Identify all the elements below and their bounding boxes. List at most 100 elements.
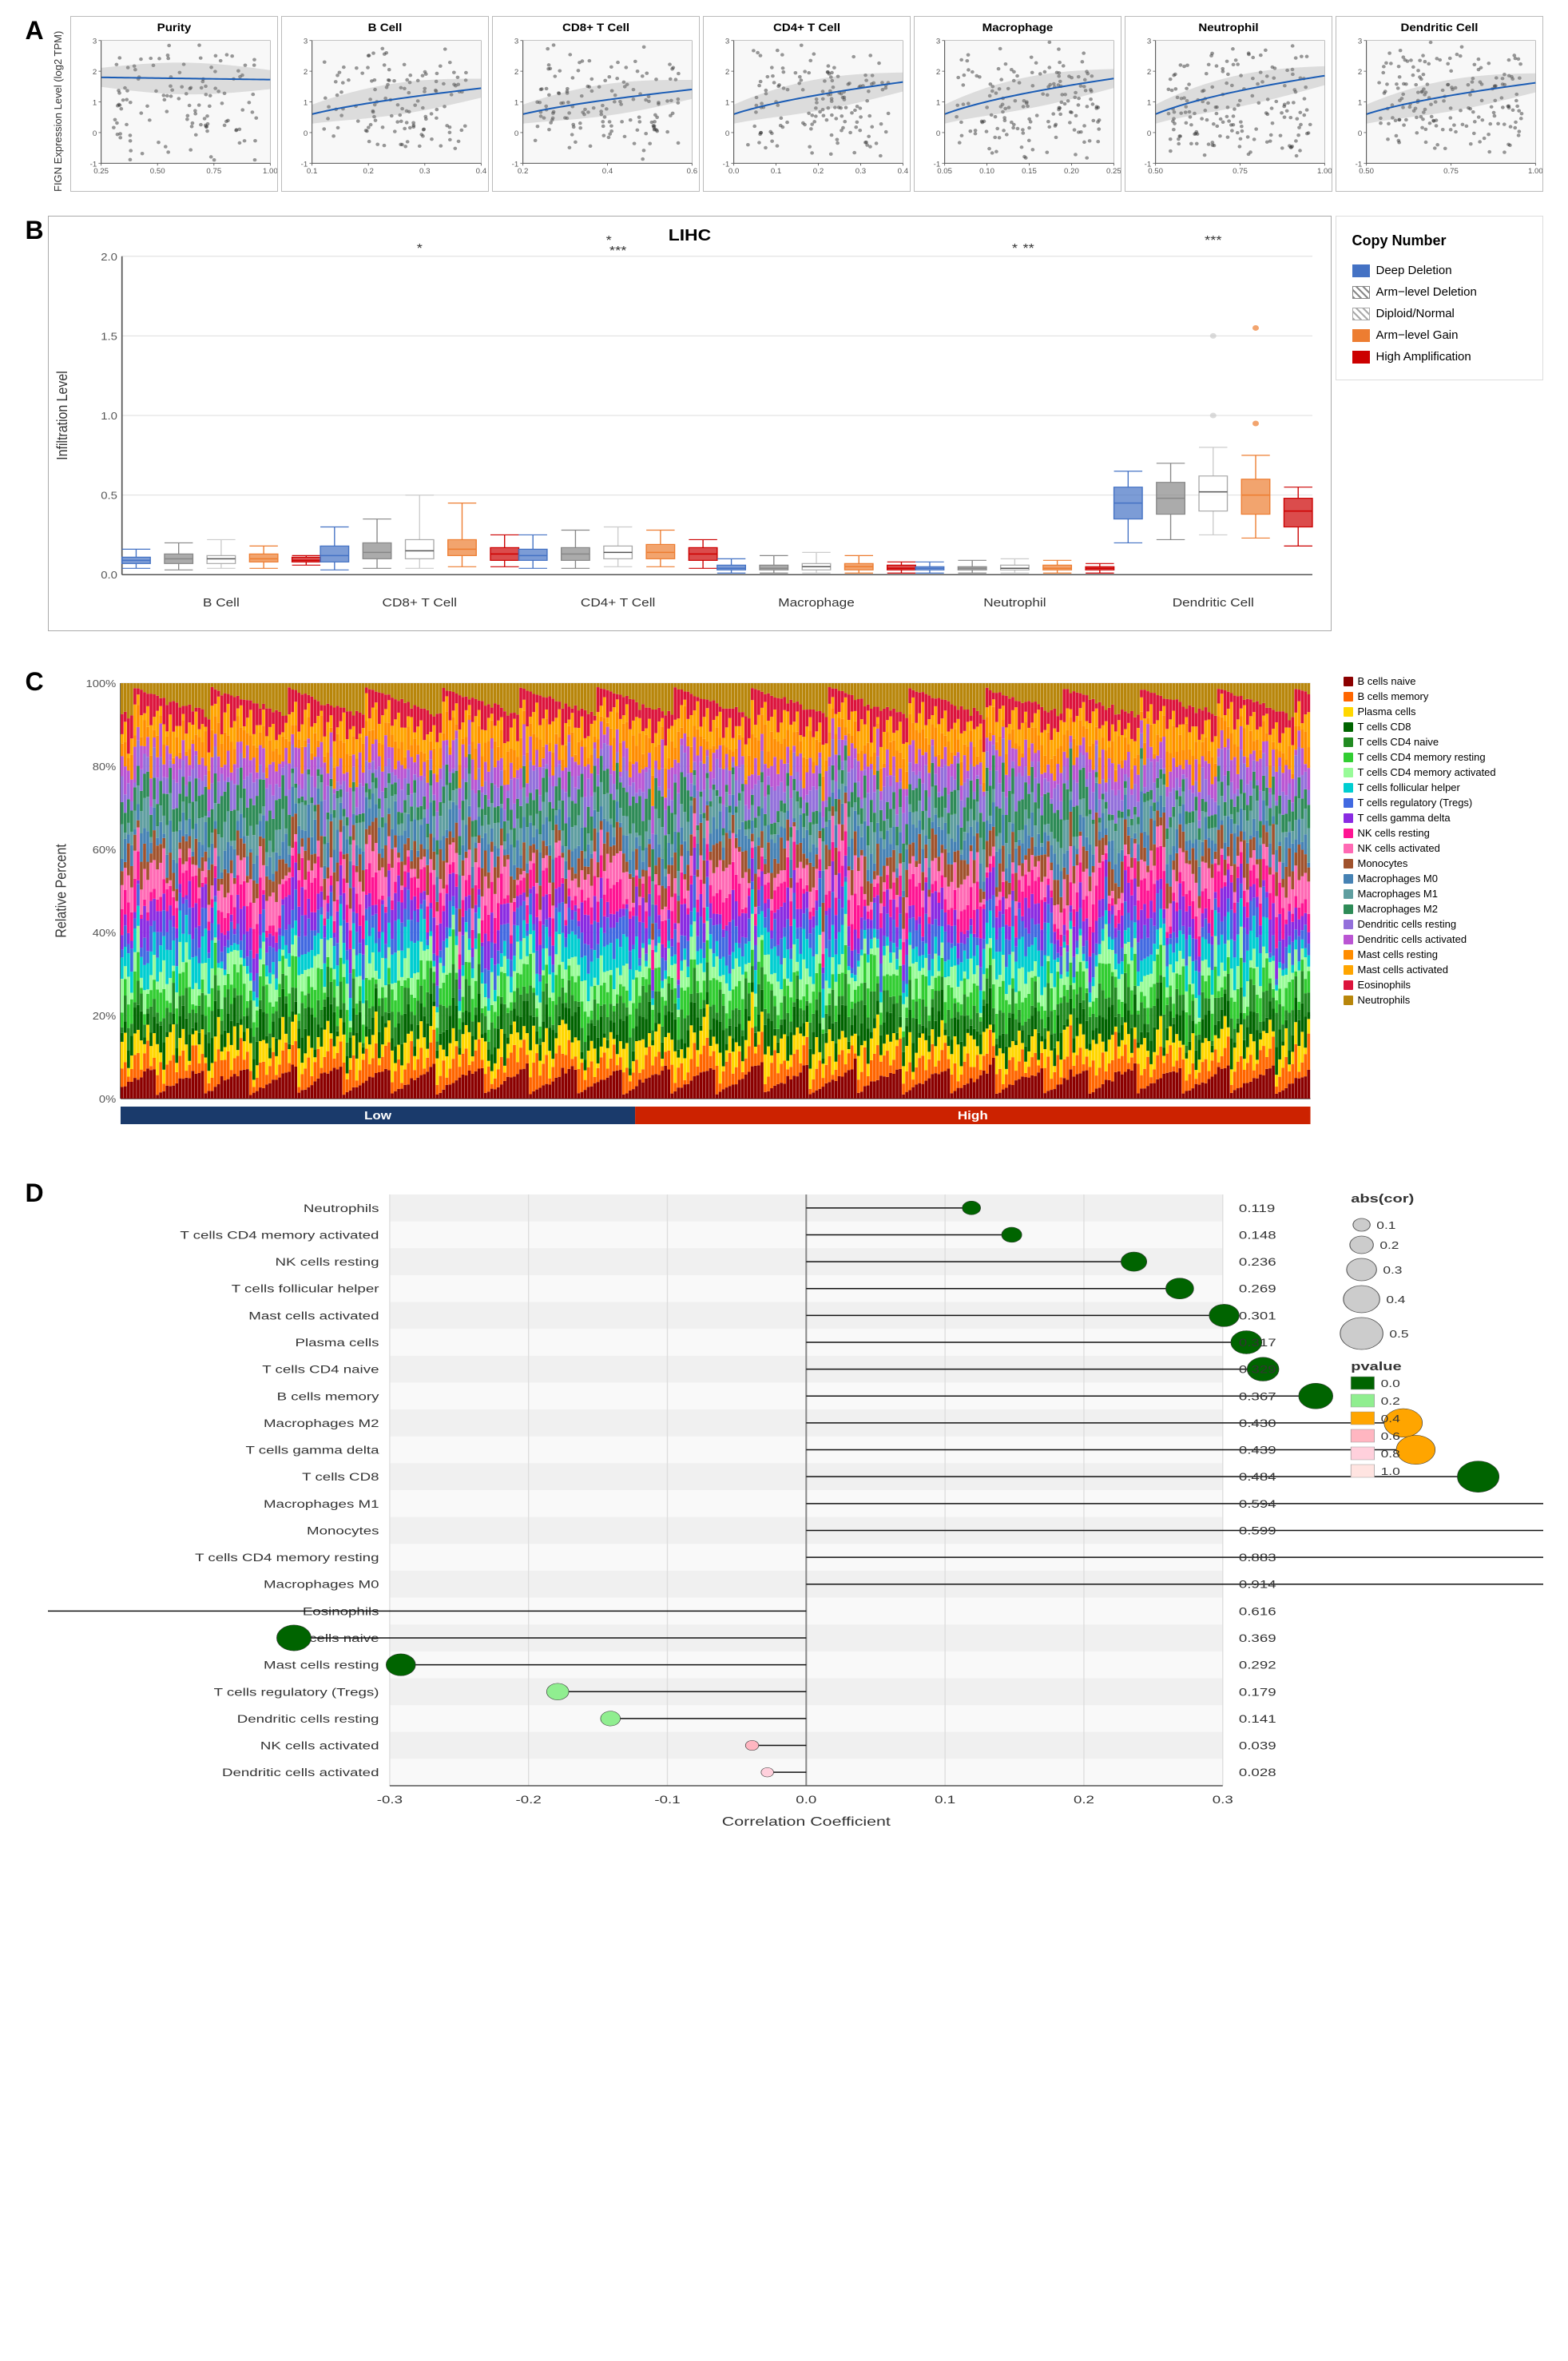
svg-text:0.2: 0.2 bbox=[363, 168, 373, 176]
legend-deep-deletion: Deep Deletion bbox=[1352, 264, 1526, 277]
svg-text:2: 2 bbox=[1357, 68, 1361, 76]
legend-color-dot bbox=[1344, 813, 1353, 823]
svg-text:3: 3 bbox=[1357, 38, 1361, 46]
svg-text:1: 1 bbox=[935, 99, 939, 107]
svg-text:0.50: 0.50 bbox=[149, 168, 165, 176]
legend-item-label: T cells CD4 memory resting bbox=[1358, 751, 1486, 763]
svg-text:0.1: 0.1 bbox=[306, 168, 316, 176]
legend-item-label: Mast cells resting bbox=[1358, 948, 1438, 960]
svg-text:0.75: 0.75 bbox=[206, 168, 221, 176]
legend-color-dot bbox=[1344, 904, 1353, 914]
panel-a: A FIGN Expression Level (log2 TPM) Purit… bbox=[26, 16, 1543, 192]
panel-c-container: C Relative Percent0%20%40%60%80%100%LowH… bbox=[26, 667, 1543, 1147]
panel-d-dotplot: -0.3-0.2-0.10.00.10.20.3Correlation Coef… bbox=[48, 1179, 1543, 1834]
legend-arm-gain: Arm−level Gain bbox=[1352, 328, 1526, 342]
svg-text:0.05: 0.05 bbox=[937, 168, 952, 176]
svg-text:1: 1 bbox=[724, 99, 728, 107]
scatter-cd4t: CD4+ T Cellpartial.cor = 0.324P = 7.93e-… bbox=[703, 16, 911, 192]
legend-box-diploid bbox=[1352, 308, 1370, 320]
svg-text:2.0: 2.0 bbox=[101, 251, 117, 263]
legend-item-label: NK cells resting bbox=[1358, 827, 1430, 839]
legend-box-arm-deletion bbox=[1352, 286, 1370, 299]
svg-text:100%: 100% bbox=[85, 678, 116, 690]
svg-text:LIHC: LIHC bbox=[668, 226, 710, 244]
svg-text:0: 0 bbox=[935, 129, 939, 137]
svg-text:Dendritic Cell: Dendritic Cell bbox=[1172, 596, 1253, 610]
svg-text:60%: 60% bbox=[92, 844, 116, 856]
panel-c-inner: Relative Percent0%20%40%60%80%100%LowHig… bbox=[48, 667, 1543, 1147]
legend-item-label: T cells CD4 naive bbox=[1358, 736, 1439, 748]
scatter-purity: Puritycor = -0.062P = 2.48e-01-101230.25… bbox=[70, 16, 278, 192]
svg-text:0: 0 bbox=[303, 129, 307, 137]
svg-text:1.00: 1.00 bbox=[1317, 168, 1332, 176]
svg-text:0.4: 0.4 bbox=[897, 168, 907, 176]
legend-diploid: Diploid/Normal bbox=[1352, 307, 1526, 320]
panel-c-stacked-bar: Relative Percent0%20%40%60%80%100%LowHig… bbox=[48, 667, 1320, 1147]
svg-text:3: 3 bbox=[1146, 38, 1150, 46]
svg-text:0.1: 0.1 bbox=[770, 168, 780, 176]
svg-text:Purity: Purity bbox=[157, 22, 191, 34]
svg-text:40%: 40% bbox=[92, 927, 116, 939]
svg-text:3: 3 bbox=[92, 38, 96, 46]
legend-label-arm-deletion: Arm−level Deletion bbox=[1376, 285, 1477, 299]
legend-item-c: T cells CD4 naive bbox=[1344, 736, 1535, 748]
panel-b-legend: Copy Number Deep Deletion Arm−level Dele… bbox=[1336, 216, 1543, 380]
legend-color-dot bbox=[1344, 950, 1353, 960]
svg-text:80%: 80% bbox=[92, 761, 116, 773]
scatter-cd8t: CD8+ T Cellpartial.cor = 0.203P = 1.52e-… bbox=[492, 16, 700, 192]
svg-text:0.50: 0.50 bbox=[1359, 168, 1374, 176]
svg-text:***: *** bbox=[609, 243, 627, 258]
svg-text:0.20: 0.20 bbox=[1064, 168, 1079, 176]
legend-color-dot bbox=[1344, 920, 1353, 929]
legend-item-label: T cells gamma delta bbox=[1358, 812, 1451, 824]
svg-text:0: 0 bbox=[514, 129, 518, 137]
svg-text:20%: 20% bbox=[92, 1010, 116, 1022]
svg-text:0.50: 0.50 bbox=[1148, 168, 1163, 176]
legend-item-c: Mast cells activated bbox=[1344, 964, 1535, 976]
svg-text:0.5: 0.5 bbox=[101, 490, 117, 502]
legend-color-dot bbox=[1344, 768, 1353, 777]
legend-color-dot bbox=[1344, 889, 1353, 899]
svg-text:1.00: 1.00 bbox=[263, 168, 278, 176]
svg-text:0: 0 bbox=[1357, 129, 1361, 137]
legend-item-c: Macrophages M0 bbox=[1344, 872, 1535, 884]
legend-item-c: B cells memory bbox=[1344, 690, 1535, 702]
legend-item-c: NK cells activated bbox=[1344, 842, 1535, 854]
legend-item-c: Mast cells resting bbox=[1344, 948, 1535, 960]
legend-color-dot bbox=[1344, 829, 1353, 838]
svg-text:0.4: 0.4 bbox=[601, 168, 612, 176]
svg-text:0: 0 bbox=[1146, 129, 1150, 137]
svg-text:2: 2 bbox=[92, 68, 96, 76]
svg-text:2: 2 bbox=[514, 68, 518, 76]
legend-item-label: NK cells activated bbox=[1358, 842, 1440, 854]
legend-box-deep-deletion bbox=[1352, 264, 1370, 277]
svg-text:0.3: 0.3 bbox=[419, 168, 430, 176]
legend-item-c: Monocytes bbox=[1344, 857, 1535, 869]
legend-item-c: Dendritic cells activated bbox=[1344, 933, 1535, 945]
panel-b-label: B bbox=[26, 216, 44, 245]
svg-text:0%: 0% bbox=[99, 1093, 116, 1105]
legend-item-c: Macrophages M2 bbox=[1344, 903, 1535, 915]
panel-a-yaxis-label: FIGN Expression Level (log2 TPM) bbox=[52, 16, 64, 192]
svg-text:1: 1 bbox=[92, 99, 96, 107]
legend-item-label: T cells CD8 bbox=[1358, 721, 1411, 733]
svg-text:1.5: 1.5 bbox=[101, 330, 117, 342]
legend-item-label: Mast cells activated bbox=[1358, 964, 1448, 976]
svg-text:2: 2 bbox=[935, 68, 939, 76]
legend-item-label: T cells follicular helper bbox=[1358, 781, 1460, 793]
legend-color-dot bbox=[1344, 980, 1353, 990]
svg-text:B Cell: B Cell bbox=[203, 596, 240, 610]
legend-item-label: Plasma cells bbox=[1358, 706, 1416, 717]
legend-color-dot bbox=[1344, 783, 1353, 793]
svg-text:Neutrophil: Neutrophil bbox=[1198, 22, 1258, 34]
figure-container: A FIGN Expression Level (log2 TPM) Purit… bbox=[26, 16, 1543, 1838]
svg-text:0.10: 0.10 bbox=[979, 168, 994, 176]
panel-c-content: Relative Percent0%20%40%60%80%100%LowHig… bbox=[48, 667, 1543, 1147]
legend-item-label: B cells memory bbox=[1358, 690, 1429, 702]
legend-label-high-amp: High Amplification bbox=[1376, 350, 1471, 364]
legend-item-c: Eosinophils bbox=[1344, 979, 1535, 991]
svg-text:Macrophage: Macrophage bbox=[778, 596, 855, 610]
svg-text:0.6: 0.6 bbox=[686, 168, 697, 176]
legend-color-dot bbox=[1344, 874, 1353, 884]
panel-b-container: B LIHCInfiltration Level0.00.51.01.52.0B… bbox=[26, 216, 1543, 635]
